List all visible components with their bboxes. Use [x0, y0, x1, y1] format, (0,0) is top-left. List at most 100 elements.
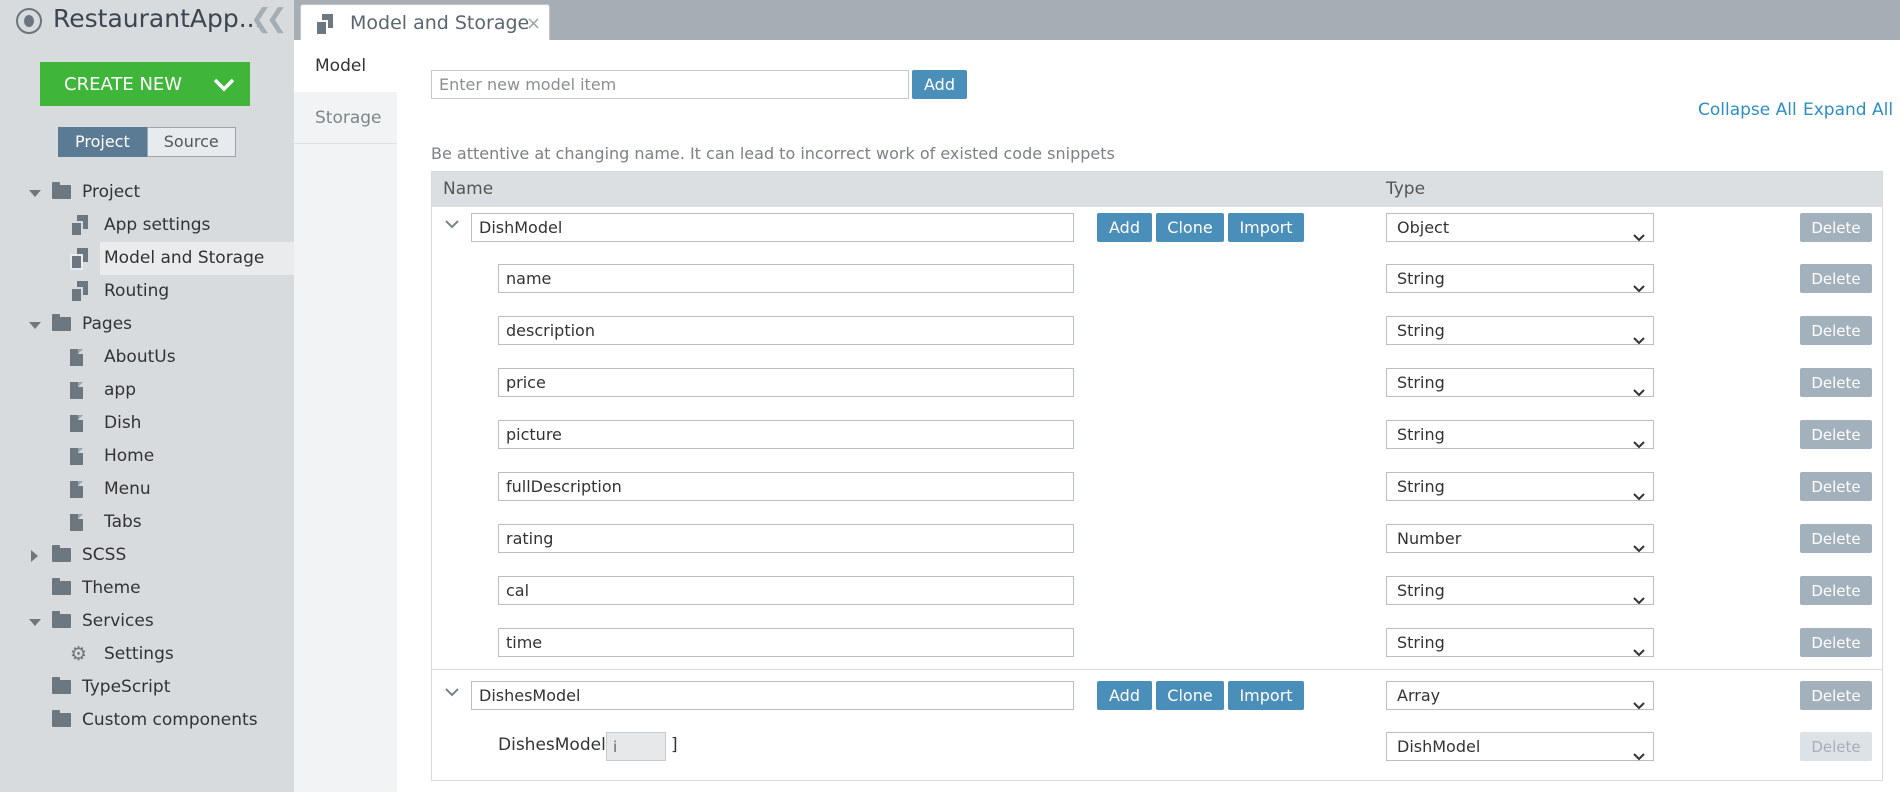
tree-item[interactable]: Home	[0, 440, 294, 473]
tab-model-and-storage[interactable]: Model and Storage ×	[300, 4, 550, 42]
delete-button[interactable]: Delete	[1800, 524, 1872, 553]
type-select[interactable]: Number	[1386, 524, 1654, 553]
model-name-field[interactable]	[471, 681, 1074, 710]
clone-button[interactable]: Clone	[1156, 681, 1224, 710]
tree-item[interactable]: Project	[0, 176, 294, 209]
tree-item-label: Pages	[82, 314, 133, 334]
delete-button[interactable]: Delete	[1800, 576, 1872, 605]
tree-item[interactable]: Custom components	[0, 704, 294, 737]
caret-down-icon[interactable]	[29, 619, 41, 626]
import-button[interactable]: Import	[1228, 213, 1304, 242]
table-row: Number Delete	[432, 513, 1882, 565]
tree-item[interactable]: Model and Storage	[70, 242, 294, 275]
type-select[interactable]: DishModel	[1386, 732, 1654, 761]
delete-button[interactable]: Delete	[1800, 628, 1872, 657]
tree-item-label: Settings	[104, 644, 174, 664]
caret-down-icon[interactable]	[29, 322, 41, 329]
tree-item[interactable]: Tabs	[0, 506, 294, 539]
model-storage-nav: Model Storage	[294, 40, 397, 792]
tree-item[interactable]: Dish	[0, 407, 294, 440]
import-button[interactable]: Import	[1228, 681, 1304, 710]
nav-item-storage[interactable]: Storage	[294, 92, 397, 144]
delete-button[interactable]: Delete	[1800, 316, 1872, 345]
tree-item[interactable]: App settings	[0, 209, 294, 242]
collapse-sidebar-icon[interactable]: ❮❮	[250, 4, 287, 34]
new-model-item-input[interactable]	[431, 70, 909, 99]
select-dropdown-icon	[1633, 482, 1645, 501]
table-row: DishesModel[] DishModel Delete	[432, 721, 1882, 773]
delete-button[interactable]: Delete	[1800, 264, 1872, 293]
property-name-field[interactable]	[498, 628, 1074, 657]
tree-item[interactable]: Services	[0, 605, 294, 638]
type-select-value: String	[1397, 477, 1445, 496]
caret-right-icon[interactable]	[31, 550, 38, 562]
close-tab-icon[interactable]: ×	[526, 13, 541, 34]
toggle-source[interactable]: Source	[146, 127, 236, 157]
select-dropdown-icon	[1633, 223, 1645, 242]
expand-all-link[interactable]: Expand All	[1803, 100, 1893, 120]
nav-item-model[interactable]: Model	[294, 40, 397, 92]
property-name-field[interactable]	[498, 472, 1074, 501]
select-dropdown-icon	[1633, 638, 1645, 657]
add-child-button[interactable]: Add	[1097, 681, 1152, 710]
delete-button[interactable]: Delete	[1800, 213, 1872, 242]
tree-item[interactable]: app	[0, 374, 294, 407]
type-select[interactable]: String	[1386, 472, 1654, 501]
table-row: String Delete	[432, 461, 1882, 513]
property-name-field[interactable]	[498, 524, 1074, 553]
property-name-field[interactable]	[498, 264, 1074, 293]
delete-button[interactable]: Delete	[1800, 681, 1872, 710]
type-select-value: Array	[1397, 686, 1441, 705]
column-header-type: Type	[1386, 179, 1426, 199]
clone-button[interactable]: Clone	[1156, 213, 1224, 242]
tree-item[interactable]: AboutUs	[0, 341, 294, 374]
type-select[interactable]: Array	[1386, 681, 1654, 710]
tree-item-label: Dish	[104, 413, 142, 433]
type-select[interactable]: String	[1386, 420, 1654, 449]
add-child-button[interactable]: Add	[1097, 213, 1152, 242]
tree-item[interactable]: Theme	[0, 572, 294, 605]
type-select-value: Object	[1397, 218, 1450, 237]
chevron-down-icon[interactable]	[444, 684, 460, 700]
type-select[interactable]: String	[1386, 628, 1654, 657]
caret-down-icon[interactable]	[29, 190, 41, 197]
model-name-field[interactable]	[471, 213, 1074, 242]
tree-item[interactable]: Pages	[0, 308, 294, 341]
gear-icon: ⚙	[70, 643, 88, 665]
folder-icon	[52, 710, 71, 727]
tree-item[interactable]: TypeScript	[0, 671, 294, 704]
type-select-value: String	[1397, 373, 1445, 392]
folder-icon	[52, 545, 71, 562]
array-item-label: DishesModel[	[498, 735, 613, 755]
add-model-item-button[interactable]: Add	[912, 70, 967, 99]
array-index-field[interactable]	[606, 732, 666, 761]
type-select[interactable]: String	[1386, 368, 1654, 397]
type-select[interactable]: String	[1386, 316, 1654, 345]
tree-item-label: Project	[82, 182, 141, 202]
type-select[interactable]: String	[1386, 264, 1654, 293]
tree-item-label: app	[104, 380, 136, 400]
tree-item-label: Menu	[104, 479, 151, 499]
property-name-field[interactable]	[498, 316, 1074, 345]
chevron-down-icon[interactable]	[444, 216, 460, 232]
property-name-field[interactable]	[498, 576, 1074, 605]
delete-button[interactable]: Delete	[1800, 368, 1872, 397]
type-select[interactable]: Object	[1386, 213, 1654, 242]
type-select-value: String	[1397, 633, 1445, 652]
tree-item[interactable]: Routing	[0, 275, 294, 308]
tree-item[interactable]: ⚙ Settings	[0, 638, 294, 671]
folder-icon	[52, 314, 71, 331]
tree-item[interactable]: Menu	[0, 473, 294, 506]
delete-button[interactable]: Delete	[1800, 420, 1872, 449]
collapse-all-link[interactable]: Collapse All	[1698, 100, 1797, 120]
property-name-field[interactable]	[498, 420, 1074, 449]
tree-item[interactable]: SCSS	[0, 539, 294, 572]
table-row: String Delete	[432, 409, 1882, 461]
create-new-button[interactable]: CREATE NEW	[40, 62, 250, 106]
toggle-project[interactable]: Project	[58, 127, 147, 157]
tree-item-label: AboutUs	[104, 347, 176, 367]
delete-button[interactable]: Delete	[1800, 472, 1872, 501]
model-editor: Add Collapse All Expand All Be attentive…	[397, 40, 1900, 792]
type-select[interactable]: String	[1386, 576, 1654, 605]
property-name-field[interactable]	[498, 368, 1074, 397]
